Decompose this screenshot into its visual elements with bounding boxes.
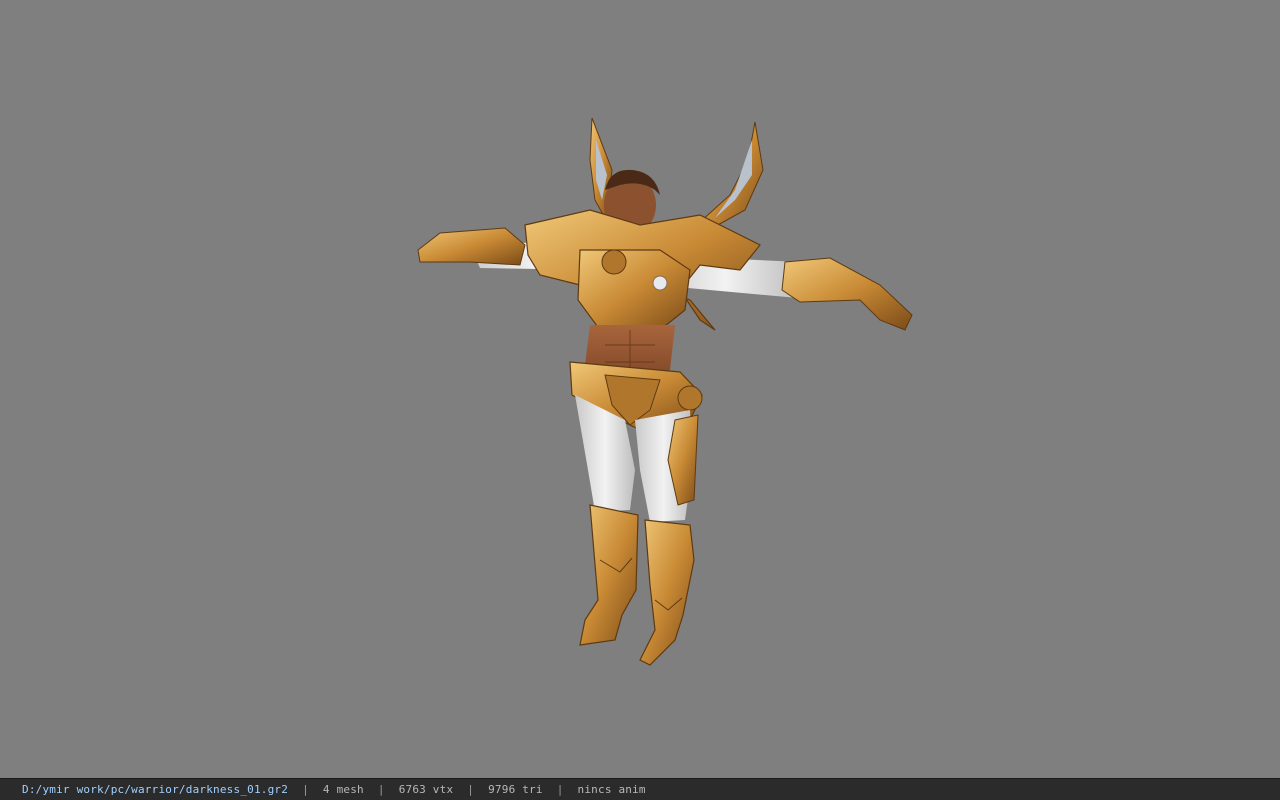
right-gauntlet	[781, 257, 913, 331]
warrior-model-icon[interactable]	[0, 0, 1280, 778]
3d-viewport[interactable]	[0, 0, 1280, 778]
chest-gem	[652, 275, 668, 291]
separator: |	[556, 783, 564, 796]
separator: |	[302, 783, 309, 796]
hip-medallion	[677, 385, 703, 411]
file-path: D:/ymir work/pc/warrior/darkness_01.gr2	[22, 783, 289, 796]
mesh-count: 4 mesh	[322, 783, 364, 796]
right-boot	[639, 519, 695, 666]
left-gauntlet	[417, 227, 526, 266]
left-boot	[579, 504, 639, 646]
chest-medallion	[601, 249, 627, 275]
separator: |	[467, 783, 475, 796]
triangle-count: 9796 tri	[488, 783, 543, 796]
animation-status: nincs anim	[577, 783, 646, 796]
vertex-count: 6763 vtx	[398, 783, 454, 796]
separator: |	[377, 783, 385, 796]
status-bar: D:/ymir work/pc/warrior/darkness_01.gr2 |…	[0, 778, 1280, 800]
chest-plate	[577, 249, 691, 331]
right-horn	[699, 121, 764, 233]
